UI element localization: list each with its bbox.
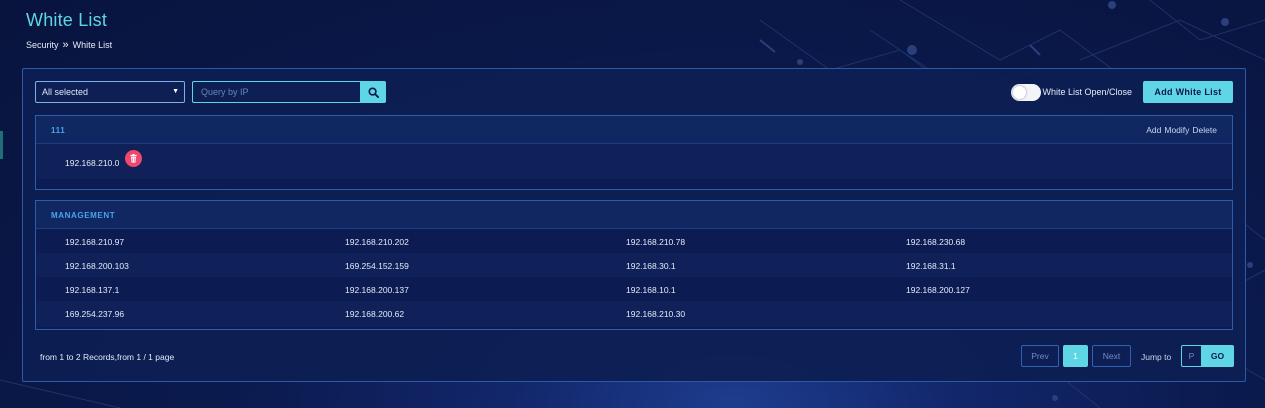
group-actions: Add Modify Delete [1146, 125, 1217, 135]
breadcrumb-security-link[interactable]: Security [26, 40, 59, 50]
ip-row: 192.168.137.1 192.168.200.137 192.168.10… [36, 277, 1232, 301]
ip-entry: 192.168.31.1 [906, 261, 956, 271]
prev-page-button[interactable]: Prev [1021, 345, 1059, 367]
ip-row: 192.168.200.103 169.254.152.159 192.168.… [36, 253, 1232, 277]
caret-down-icon: ▼ [172, 88, 179, 95]
trash-icon [130, 154, 137, 163]
ip-entry: 192.168.210.0 [65, 158, 120, 168]
ip-entry: 192.168.30.1 [626, 261, 676, 271]
group-header: 111 Add Modify Delete [36, 116, 1232, 144]
whitelist-panel: All selected ▼ White List Open/Close Add… [22, 68, 1246, 382]
group-modify-link[interactable]: Modify [1164, 125, 1189, 135]
group-select-value: All selected [42, 87, 89, 97]
ip-entry: 192.168.200.103 [65, 261, 129, 271]
ip-entry: 192.168.210.30 [626, 309, 686, 319]
group-card-111: 111 Add Modify Delete 192.168.210.0 [35, 115, 1233, 190]
ip-entry: 169.254.237.96 [65, 309, 125, 319]
search-button[interactable] [360, 81, 386, 103]
group-add-link[interactable]: Add [1146, 125, 1161, 135]
delete-ip-button[interactable] [125, 150, 142, 167]
ip-entry: 192.168.137.1 [65, 285, 120, 295]
jump-page-input[interactable] [1181, 345, 1201, 367]
breadcrumb: Security » White List [26, 38, 113, 51]
group-delete-link[interactable]: Delete [1192, 125, 1217, 135]
ip-entry: 192.168.200.127 [906, 285, 970, 295]
page-1-button[interactable]: 1 [1063, 345, 1088, 367]
ip-entry: 192.168.210.78 [626, 237, 686, 247]
group-name: MANAGEMENT [51, 211, 116, 220]
left-edge-marker [0, 131, 3, 159]
search-icon [367, 86, 379, 98]
ip-entry: 192.168.200.62 [345, 309, 405, 319]
ip-row: 192.168.210.0 [36, 144, 1232, 179]
ip-entry: 192.168.210.202 [345, 237, 409, 247]
breadcrumb-current: White List [72, 40, 113, 50]
next-page-button[interactable]: Next [1092, 345, 1131, 367]
page-title: White List [26, 10, 108, 30]
group-name: 111 [51, 126, 66, 135]
group-select[interactable]: All selected ▼ [35, 81, 185, 103]
ip-row: 192.168.210.97 192.168.210.202 192.168.2… [36, 229, 1232, 253]
ip-entry: 192.168.230.68 [906, 237, 966, 247]
records-summary: from 1 to 2 Records,from 1 / 1 page [40, 352, 175, 362]
whitelist-toggle-label: White List Open/Close [1042, 87, 1132, 97]
group-header: MANAGEMENT [36, 201, 1232, 229]
ip-entry: 192.168.210.97 [65, 237, 125, 247]
ip-entry: 192.168.200.137 [345, 285, 409, 295]
group-card-management: MANAGEMENT 192.168.210.97 192.168.210.20… [35, 200, 1233, 330]
ip-search-input[interactable] [192, 81, 360, 103]
breadcrumb-separator-icon: » [62, 38, 69, 51]
go-button[interactable]: GO [1201, 345, 1234, 367]
ip-entry: 169.254.152.159 [345, 261, 409, 271]
add-white-list-button[interactable]: Add White List [1143, 81, 1233, 103]
ip-entry: 192.168.10.1 [626, 285, 676, 295]
toolbar: All selected ▼ White List Open/Close Add… [35, 81, 1233, 103]
toggle-knob [1013, 86, 1026, 99]
jump-to-label: Jump to [1141, 352, 1172, 362]
whitelist-toggle[interactable] [1011, 84, 1041, 101]
ip-row: 169.254.237.96 192.168.200.62 192.168.21… [36, 301, 1232, 327]
